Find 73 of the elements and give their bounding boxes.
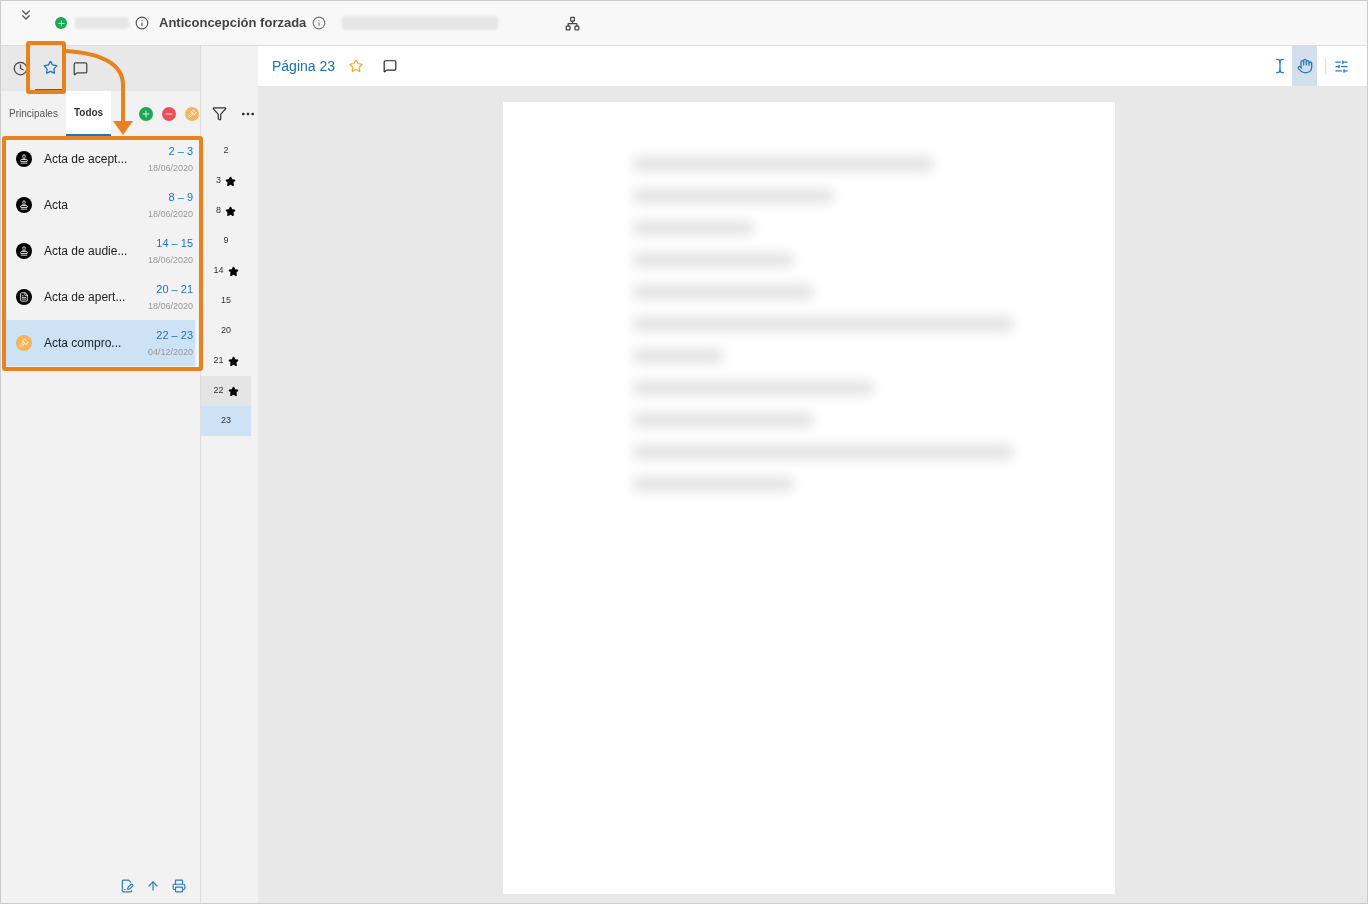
page-thumb-row[interactable]: 20 xyxy=(201,316,251,346)
page-range: 14 – 15 xyxy=(156,236,193,251)
bookmark-item[interactable]: Acta de apert... 20 – 21 18/06/2020 xyxy=(6,274,195,320)
page-number: 2 xyxy=(223,144,229,158)
stamp-icon xyxy=(16,197,32,213)
star-icon xyxy=(227,265,239,277)
star-icon[interactable] xyxy=(349,59,364,73)
bookmark-item[interactable]: Acta de audie... 14 – 15 18/06/2020 xyxy=(6,228,195,274)
upload-icon[interactable] xyxy=(146,879,160,893)
bookmark-item[interactable]: Acta compro... 22 – 23 04/12/2020 xyxy=(6,320,195,366)
page-range: 22 – 23 xyxy=(156,328,193,343)
page-number: 14 xyxy=(213,264,224,278)
plus-icon xyxy=(55,17,67,29)
gavel-icon xyxy=(16,335,32,351)
star-icon xyxy=(227,385,239,397)
edit-icon[interactable] xyxy=(120,879,134,893)
bookmark-title: Acta xyxy=(44,197,69,214)
stamp-icon xyxy=(16,151,32,167)
bookmark-item[interactable]: Acta 8 – 9 18/06/2020 xyxy=(6,182,195,228)
page-thumb-row[interactable]: 21 xyxy=(201,346,251,376)
comment-icon xyxy=(72,61,88,76)
bookmark-date: 18/06/2020 xyxy=(147,161,193,175)
comment-icon[interactable] xyxy=(383,59,398,73)
bookmark-date: 18/06/2020 xyxy=(147,299,193,313)
bookmark-date: 18/06/2020 xyxy=(147,207,193,221)
star-icon xyxy=(225,175,236,187)
bookmark-title: Acta de audie... xyxy=(44,243,129,260)
page-number: 20 xyxy=(221,324,231,338)
star-icon xyxy=(227,355,239,367)
page-thumb-row[interactable]: 15 xyxy=(201,286,251,316)
bookmark-item[interactable]: Acta de acept... 2 – 3 18/06/2020 xyxy=(6,136,195,182)
case-title: Anticoncepción forzada xyxy=(159,14,307,33)
bookmark-title: Acta de acept... xyxy=(44,151,129,168)
star-icon xyxy=(225,205,236,217)
info-icon[interactable] xyxy=(312,16,327,30)
page-label: Página 23 xyxy=(272,56,336,76)
bookmark-date: 04/12/2020 xyxy=(147,345,193,359)
page-number: 21 xyxy=(213,354,224,368)
hand-tool-button[interactable] xyxy=(1292,46,1317,86)
remove-icon[interactable] xyxy=(162,106,177,121)
highlight-frame xyxy=(26,41,66,94)
stamp-icon xyxy=(16,243,32,259)
page-range: 2 – 3 xyxy=(168,144,193,159)
bookmark-title: Acta de apert... xyxy=(44,289,127,306)
hierarchy-icon[interactable] xyxy=(565,15,581,31)
info-icon[interactable] xyxy=(135,16,149,30)
page-range: 8 – 9 xyxy=(168,190,193,205)
bookmark-title: Acta compro... xyxy=(44,335,123,352)
page-thumb-row[interactable]: 22 xyxy=(201,376,251,406)
page-number: 15 xyxy=(221,294,231,308)
page-range: 20 – 21 xyxy=(156,282,193,297)
page-thumb-row[interactable]: 9 xyxy=(201,226,251,256)
filter-tab[interactable]: Todos xyxy=(65,91,112,136)
star-icon xyxy=(42,60,58,75)
page-number: 9 xyxy=(223,234,229,248)
print-icon[interactable] xyxy=(172,879,186,893)
document-icon xyxy=(16,289,32,305)
hand-icon xyxy=(1296,58,1313,74)
bookmark-date: 18/06/2020 xyxy=(147,253,193,267)
filter-icon[interactable] xyxy=(212,106,228,121)
settings-icon[interactable] xyxy=(1334,58,1349,74)
add-icon[interactable] xyxy=(139,106,154,121)
page-number: 8 xyxy=(216,204,221,218)
page-number: 23 xyxy=(221,414,231,428)
page-thumb-row[interactable]: 14 xyxy=(201,256,251,286)
page-thumb-row[interactable]: 23 xyxy=(201,406,251,436)
clock-icon xyxy=(12,61,28,76)
page-thumb-row[interactable]: 2 xyxy=(201,136,251,166)
filter-tab[interactable]: Principales xyxy=(1,91,66,136)
page-thumb-row[interactable]: 8 xyxy=(201,196,251,226)
page-thumb-row[interactable]: 3 xyxy=(201,166,251,196)
page-number: 22 xyxy=(213,384,224,398)
page-number: 3 xyxy=(216,174,221,188)
